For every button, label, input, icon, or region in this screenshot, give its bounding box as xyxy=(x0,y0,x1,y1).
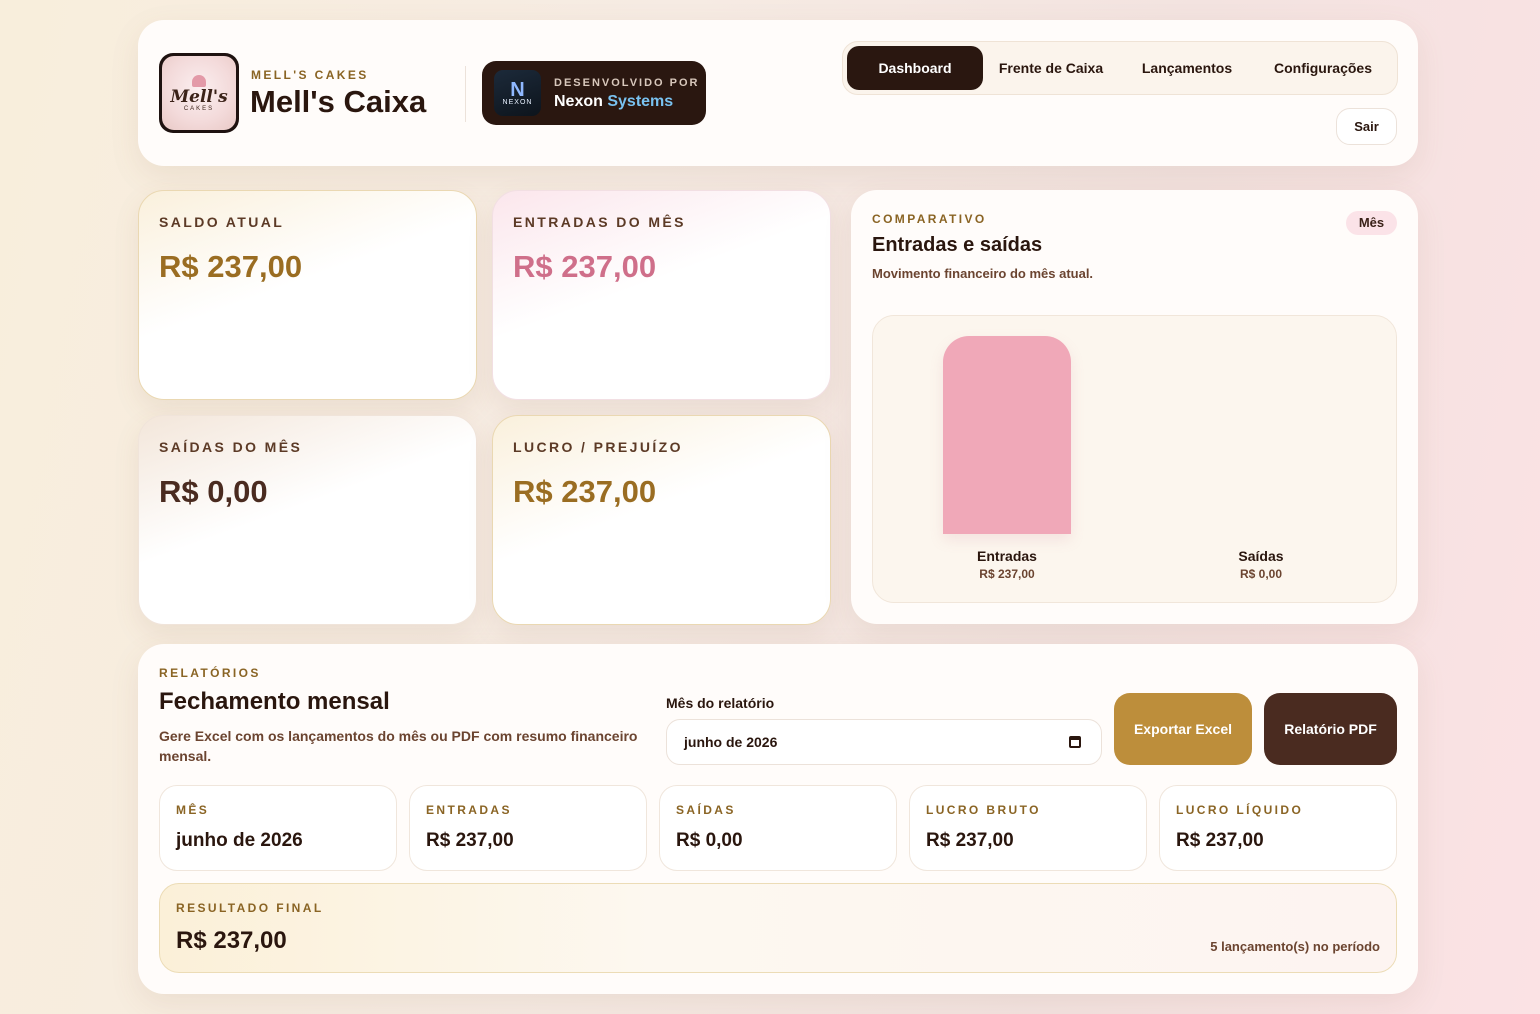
summary-card-saidas: SAÍDAS R$ 0,00 xyxy=(659,785,897,871)
summary-label: MÊS xyxy=(176,803,210,817)
summary-label: SAÍDAS xyxy=(676,803,736,817)
period-badge: Mês xyxy=(1346,211,1397,235)
report-description: Gere Excel com os lançamentos do mês ou … xyxy=(159,728,638,764)
stat-label: ENTRADAS DO MÊS xyxy=(513,214,686,230)
summary-value: R$ 237,00 xyxy=(426,830,514,851)
bar-label-saidas: Saídas xyxy=(1238,548,1284,564)
final-result-value: R$ 237,00 xyxy=(176,927,287,954)
bar-entradas xyxy=(943,336,1071,534)
report-month-input[interactable]: junho de 2026 xyxy=(666,719,1102,765)
summary-value: R$ 0,00 xyxy=(676,830,743,851)
final-result-label: RESULTADO FINAL xyxy=(176,901,324,915)
tab-lancamentos[interactable]: Lançamentos xyxy=(1119,46,1255,90)
monthly-report-card: RELATÓRIOS Fechamento mensal Gere Excel … xyxy=(138,644,1418,994)
stat-value: R$ 237,00 xyxy=(513,474,657,509)
month-input-value: junho de 2026 xyxy=(684,734,778,750)
stat-value: R$ 237,00 xyxy=(159,249,303,284)
header-divider xyxy=(465,66,466,122)
report-title: Fechamento mensal xyxy=(159,688,390,715)
nexon-logo-icon: N NEXON xyxy=(494,70,541,116)
stat-value: R$ 237,00 xyxy=(513,249,657,284)
summary-card-entradas: ENTRADAS R$ 237,00 xyxy=(409,785,647,871)
stat-label: SAÍDAS DO MÊS xyxy=(159,439,303,455)
stat-label: SALDO ATUAL xyxy=(159,214,285,230)
comparison-chart-card: COMPARATIVO Entradas e saídas Movimento … xyxy=(851,190,1418,624)
chart-title: Entradas e saídas xyxy=(872,234,1043,256)
chart-subtitle: Movimento financeiro do mês atual. xyxy=(872,266,1094,281)
final-result-panel: RESULTADO FINAL R$ 237,00 5 lançamento(s… xyxy=(159,883,1397,973)
stat-card-lucro: LUCRO / PREJUÍZO R$ 237,00 xyxy=(492,415,831,625)
app-header: Mell's CAKES MELL'S CAKES Mell's Caixa N… xyxy=(138,20,1418,166)
bar-label-entradas: Entradas xyxy=(977,548,1037,564)
entries-count: 5 lançamento(s) no período xyxy=(1210,939,1380,954)
bar-value-saidas: R$ 0,00 xyxy=(1239,567,1283,581)
summary-value: junho de 2026 xyxy=(176,830,303,851)
developer-badge: N NEXON DESENVOLVIDO POR Nexon Systems xyxy=(482,61,706,125)
summary-value: R$ 237,00 xyxy=(1176,830,1264,851)
summary-label: LUCRO LÍQUIDO xyxy=(1176,803,1304,817)
logout-button[interactable]: Sair xyxy=(1336,108,1397,145)
developer-name: Nexon Systems xyxy=(554,93,674,110)
summary-label: ENTRADAS xyxy=(426,803,512,817)
cupcake-icon xyxy=(192,74,206,87)
app-title: Mell's Caixa xyxy=(250,84,427,119)
calendar-icon[interactable] xyxy=(1069,736,1081,748)
summary-card-lucro-bruto: LUCRO BRUTO R$ 237,00 xyxy=(909,785,1147,871)
stat-value: R$ 0,00 xyxy=(159,474,268,509)
summary-value: R$ 237,00 xyxy=(926,830,1014,851)
export-excel-button[interactable]: Exportar Excel xyxy=(1114,693,1252,765)
chart-eyebrow: COMPARATIVO xyxy=(872,212,987,226)
stat-card-saidas: SAÍDAS DO MÊS R$ 0,00 xyxy=(138,415,477,625)
bar-chart: Entradas R$ 237,00 Saídas R$ 0,00 xyxy=(872,315,1397,603)
pdf-report-button[interactable]: Relatório PDF xyxy=(1264,693,1397,765)
logo-script-text: Mell's xyxy=(170,86,228,107)
summary-card-month: MÊS junho de 2026 xyxy=(159,785,397,871)
stat-card-entradas: ENTRADAS DO MÊS R$ 237,00 xyxy=(492,190,831,400)
brand-eyebrow: MELL'S CAKES xyxy=(251,68,369,82)
summary-label: LUCRO BRUTO xyxy=(926,803,1041,817)
tab-frente-de-caixa[interactable]: Frente de Caixa xyxy=(983,46,1119,90)
main-nav: Dashboard Frente de Caixa Lançamentos Co… xyxy=(842,41,1398,95)
tab-configuracoes[interactable]: Configurações xyxy=(1255,46,1391,90)
month-field-label: Mês do relatório xyxy=(666,695,775,711)
report-eyebrow: RELATÓRIOS xyxy=(159,666,261,680)
mells-cakes-logo: Mell's CAKES xyxy=(159,53,239,133)
tab-dashboard[interactable]: Dashboard xyxy=(847,46,983,90)
bar-value-entradas: R$ 237,00 xyxy=(979,567,1035,581)
logo-sub-text: CAKES xyxy=(183,105,215,112)
stat-label: LUCRO / PREJUÍZO xyxy=(513,439,683,455)
stat-card-saldo: SALDO ATUAL R$ 237,00 xyxy=(138,190,477,400)
developer-eyebrow: DESENVOLVIDO POR xyxy=(554,77,700,89)
summary-card-lucro-liquido: LUCRO LÍQUIDO R$ 237,00 xyxy=(1159,785,1397,871)
